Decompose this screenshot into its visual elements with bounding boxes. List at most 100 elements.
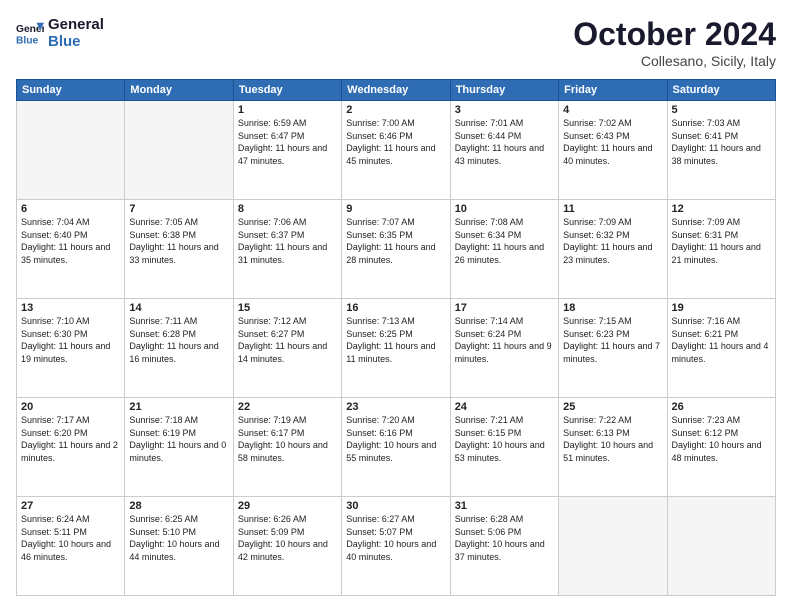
day-info: Sunrise: 7:15 AMSunset: 6:23 PMDaylight:… <box>563 315 662 365</box>
page: General Blue General Blue October 2024 C… <box>0 0 792 612</box>
day-info: Sunrise: 7:22 AMSunset: 6:13 PMDaylight:… <box>563 414 662 464</box>
day-number: 31 <box>455 500 554 512</box>
day-info: Sunrise: 7:12 AMSunset: 6:27 PMDaylight:… <box>238 315 337 365</box>
logo-text-blue: Blue <box>48 33 104 50</box>
day-info: Sunrise: 7:17 AMSunset: 6:20 PMDaylight:… <box>21 414 120 464</box>
calendar-cell-4-4: 23Sunrise: 7:20 AMSunset: 6:16 PMDayligh… <box>342 398 450 497</box>
weekday-header-sunday: Sunday <box>17 80 125 101</box>
weekday-header-wednesday: Wednesday <box>342 80 450 101</box>
calendar-cell-5-5: 31Sunrise: 6:28 AMSunset: 5:06 PMDayligh… <box>450 497 558 596</box>
week-row-1: 1Sunrise: 6:59 AMSunset: 6:47 PMDaylight… <box>17 101 776 200</box>
day-info: Sunrise: 6:25 AMSunset: 5:10 PMDaylight:… <box>129 513 228 563</box>
day-number: 26 <box>672 401 771 413</box>
day-number: 13 <box>21 302 120 314</box>
day-info: Sunrise: 7:09 AMSunset: 6:32 PMDaylight:… <box>563 216 662 266</box>
day-number: 2 <box>346 104 445 116</box>
day-info: Sunrise: 6:26 AMSunset: 5:09 PMDaylight:… <box>238 513 337 563</box>
calendar-cell-2-7: 12Sunrise: 7:09 AMSunset: 6:31 PMDayligh… <box>667 200 775 299</box>
calendar-table: SundayMondayTuesdayWednesdayThursdayFrid… <box>16 79 776 596</box>
calendar-cell-2-2: 7Sunrise: 7:05 AMSunset: 6:38 PMDaylight… <box>125 200 233 299</box>
weekday-header-tuesday: Tuesday <box>233 80 341 101</box>
calendar-cell-2-3: 8Sunrise: 7:06 AMSunset: 6:37 PMDaylight… <box>233 200 341 299</box>
day-info: Sunrise: 7:16 AMSunset: 6:21 PMDaylight:… <box>672 315 771 365</box>
calendar-cell-5-2: 28Sunrise: 6:25 AMSunset: 5:10 PMDayligh… <box>125 497 233 596</box>
day-number: 25 <box>563 401 662 413</box>
day-info: Sunrise: 7:11 AMSunset: 6:28 PMDaylight:… <box>129 315 228 365</box>
weekday-header-friday: Friday <box>559 80 667 101</box>
calendar-cell-2-6: 11Sunrise: 7:09 AMSunset: 6:32 PMDayligh… <box>559 200 667 299</box>
day-number: 9 <box>346 203 445 215</box>
calendar-cell-1-7: 5Sunrise: 7:03 AMSunset: 6:41 PMDaylight… <box>667 101 775 200</box>
day-info: Sunrise: 7:13 AMSunset: 6:25 PMDaylight:… <box>346 315 445 365</box>
day-number: 24 <box>455 401 554 413</box>
day-number: 27 <box>21 500 120 512</box>
calendar-cell-3-5: 17Sunrise: 7:14 AMSunset: 6:24 PMDayligh… <box>450 299 558 398</box>
svg-text:Blue: Blue <box>16 36 39 47</box>
weekday-header-monday: Monday <box>125 80 233 101</box>
day-number: 8 <box>238 203 337 215</box>
calendar-cell-1-3: 1Sunrise: 6:59 AMSunset: 6:47 PMDaylight… <box>233 101 341 200</box>
day-number: 16 <box>346 302 445 314</box>
day-info: Sunrise: 7:10 AMSunset: 6:30 PMDaylight:… <box>21 315 120 365</box>
day-info: Sunrise: 7:19 AMSunset: 6:17 PMDaylight:… <box>238 414 337 464</box>
day-info: Sunrise: 7:03 AMSunset: 6:41 PMDaylight:… <box>672 117 771 167</box>
day-number: 4 <box>563 104 662 116</box>
day-number: 7 <box>129 203 228 215</box>
day-info: Sunrise: 7:06 AMSunset: 6:37 PMDaylight:… <box>238 216 337 266</box>
day-number: 20 <box>21 401 120 413</box>
calendar-cell-3-6: 18Sunrise: 7:15 AMSunset: 6:23 PMDayligh… <box>559 299 667 398</box>
day-number: 14 <box>129 302 228 314</box>
week-row-2: 6Sunrise: 7:04 AMSunset: 6:40 PMDaylight… <box>17 200 776 299</box>
day-number: 30 <box>346 500 445 512</box>
calendar-body: 1Sunrise: 6:59 AMSunset: 6:47 PMDaylight… <box>17 101 776 596</box>
calendar-cell-4-6: 25Sunrise: 7:22 AMSunset: 6:13 PMDayligh… <box>559 398 667 497</box>
calendar-cell-1-5: 3Sunrise: 7:01 AMSunset: 6:44 PMDaylight… <box>450 101 558 200</box>
day-info: Sunrise: 7:18 AMSunset: 6:19 PMDaylight:… <box>129 414 228 464</box>
day-number: 23 <box>346 401 445 413</box>
day-info: Sunrise: 7:23 AMSunset: 6:12 PMDaylight:… <box>672 414 771 464</box>
day-info: Sunrise: 6:24 AMSunset: 5:11 PMDaylight:… <box>21 513 120 563</box>
location-subtitle: Collesano, Sicily, Italy <box>573 53 776 69</box>
day-info: Sunrise: 7:05 AMSunset: 6:38 PMDaylight:… <box>129 216 228 266</box>
day-info: Sunrise: 7:01 AMSunset: 6:44 PMDaylight:… <box>455 117 554 167</box>
calendar-cell-3-1: 13Sunrise: 7:10 AMSunset: 6:30 PMDayligh… <box>17 299 125 398</box>
logo-icon: General Blue <box>16 19 44 47</box>
day-info: Sunrise: 6:27 AMSunset: 5:07 PMDaylight:… <box>346 513 445 563</box>
calendar-cell-3-7: 19Sunrise: 7:16 AMSunset: 6:21 PMDayligh… <box>667 299 775 398</box>
weekday-header-row: SundayMondayTuesdayWednesdayThursdayFrid… <box>17 80 776 101</box>
day-number: 21 <box>129 401 228 413</box>
day-number: 29 <box>238 500 337 512</box>
day-info: Sunrise: 7:04 AMSunset: 6:40 PMDaylight:… <box>21 216 120 266</box>
logo: General Blue General Blue <box>16 16 104 51</box>
day-number: 19 <box>672 302 771 314</box>
calendar-cell-4-7: 26Sunrise: 7:23 AMSunset: 6:12 PMDayligh… <box>667 398 775 497</box>
calendar-cell-5-3: 29Sunrise: 6:26 AMSunset: 5:09 PMDayligh… <box>233 497 341 596</box>
day-info: Sunrise: 6:59 AMSunset: 6:47 PMDaylight:… <box>238 117 337 167</box>
day-number: 11 <box>563 203 662 215</box>
day-number: 17 <box>455 302 554 314</box>
day-number: 28 <box>129 500 228 512</box>
day-number: 22 <box>238 401 337 413</box>
weekday-header-saturday: Saturday <box>667 80 775 101</box>
day-number: 5 <box>672 104 771 116</box>
title-block: October 2024 Collesano, Sicily, Italy <box>573 16 776 69</box>
day-info: Sunrise: 6:28 AMSunset: 5:06 PMDaylight:… <box>455 513 554 563</box>
day-number: 10 <box>455 203 554 215</box>
calendar-cell-3-2: 14Sunrise: 7:11 AMSunset: 6:28 PMDayligh… <box>125 299 233 398</box>
calendar-cell-5-7 <box>667 497 775 596</box>
calendar-cell-4-2: 21Sunrise: 7:18 AMSunset: 6:19 PMDayligh… <box>125 398 233 497</box>
day-number: 15 <box>238 302 337 314</box>
calendar-cell-4-5: 24Sunrise: 7:21 AMSunset: 6:15 PMDayligh… <box>450 398 558 497</box>
week-row-3: 13Sunrise: 7:10 AMSunset: 6:30 PMDayligh… <box>17 299 776 398</box>
day-info: Sunrise: 7:02 AMSunset: 6:43 PMDaylight:… <box>563 117 662 167</box>
month-title: October 2024 <box>573 16 776 53</box>
week-row-4: 20Sunrise: 7:17 AMSunset: 6:20 PMDayligh… <box>17 398 776 497</box>
calendar-cell-3-3: 15Sunrise: 7:12 AMSunset: 6:27 PMDayligh… <box>233 299 341 398</box>
day-number: 12 <box>672 203 771 215</box>
calendar-cell-4-3: 22Sunrise: 7:19 AMSunset: 6:17 PMDayligh… <box>233 398 341 497</box>
calendar-cell-2-5: 10Sunrise: 7:08 AMSunset: 6:34 PMDayligh… <box>450 200 558 299</box>
calendar-cell-1-1 <box>17 101 125 200</box>
day-info: Sunrise: 7:14 AMSunset: 6:24 PMDaylight:… <box>455 315 554 365</box>
calendar-cell-3-4: 16Sunrise: 7:13 AMSunset: 6:25 PMDayligh… <box>342 299 450 398</box>
day-number: 6 <box>21 203 120 215</box>
